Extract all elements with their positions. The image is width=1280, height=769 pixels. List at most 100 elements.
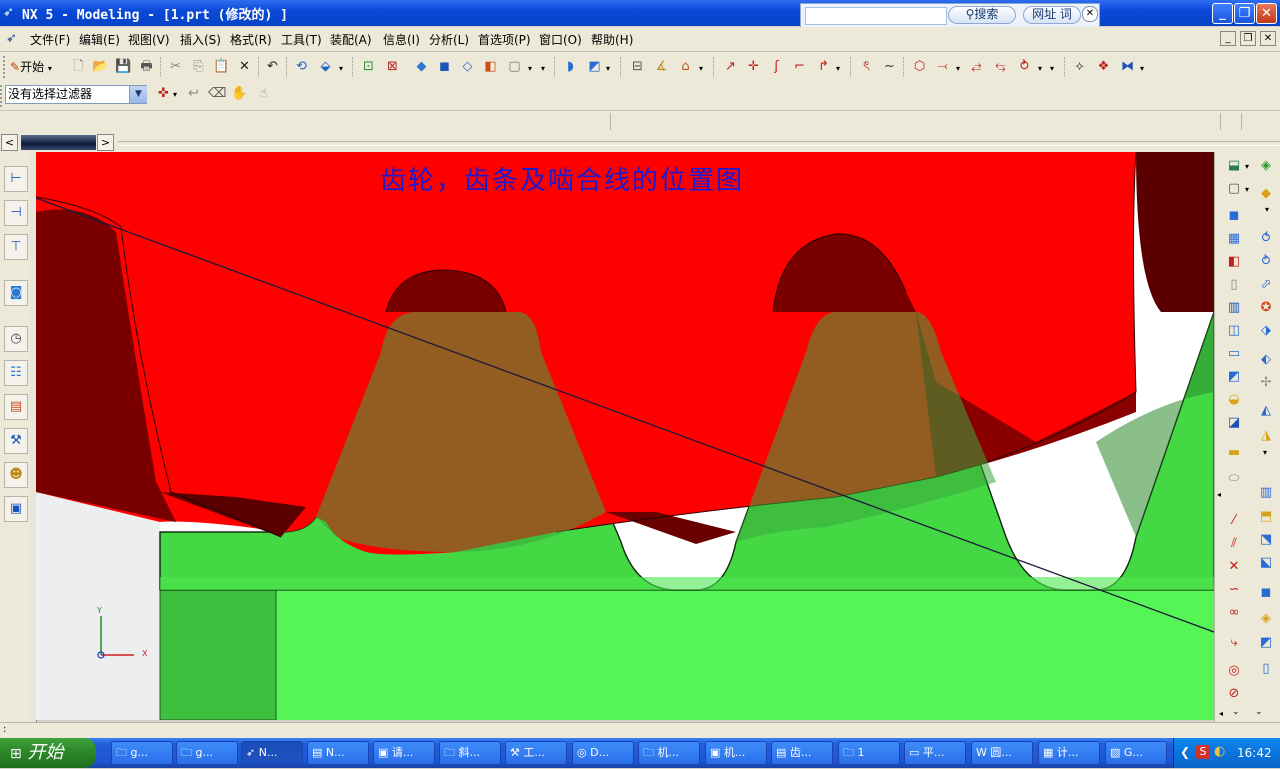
mdi-minimize-button[interactable]: _	[1220, 31, 1236, 46]
chevron-down-icon[interactable]: ▾	[1265, 205, 1269, 214]
pocket-icon[interactable]: ◫	[1225, 322, 1243, 340]
new-file-icon[interactable]: 🗋	[70, 58, 87, 75]
menu-tools[interactable]: 工具(T)	[281, 31, 322, 48]
task-button[interactable]: ▧ G...	[1105, 741, 1167, 765]
boss-icon[interactable]: ▥	[1225, 299, 1243, 317]
cone-icon[interactable]: ◧	[1225, 253, 1243, 271]
surface-icon[interactable]: ⥁	[1016, 58, 1033, 75]
minimize-button[interactable]: _	[1212, 3, 1233, 24]
trim-icon[interactable]: ↱	[815, 58, 832, 75]
paste-icon[interactable]: 📋	[213, 58, 230, 75]
task-button[interactable]: ▣ 请...	[373, 741, 435, 765]
line-icon[interactable]: ⁄	[1225, 512, 1243, 530]
toolbar-grip[interactable]	[3, 56, 8, 78]
menu-analysis[interactable]: 分析(L)	[429, 31, 469, 48]
save-icon[interactable]: 💾	[115, 58, 132, 75]
print-icon[interactable]: 🖶	[138, 58, 155, 75]
selection-icon[interactable]: ⬙	[317, 58, 334, 75]
deselect-icon[interactable]: ↩	[185, 86, 202, 103]
pattern-icon[interactable]: ❖	[1095, 58, 1112, 75]
close-button[interactable]: ✕	[1256, 3, 1277, 24]
repeat-command-icon[interactable]: ⟲	[293, 58, 310, 75]
palette-icon[interactable]: ▤	[4, 394, 28, 420]
link-icon[interactable]: ∞	[1225, 604, 1243, 622]
wave-icon[interactable]: ∼	[881, 58, 898, 75]
measure-distance-icon[interactable]: ⊟	[629, 58, 646, 75]
chevron-down-icon[interactable]: ▾	[1038, 64, 1042, 73]
wireframe-icon[interactable]: ◇	[459, 58, 476, 75]
graphics-viewport[interactable]: Y X	[36, 152, 1214, 720]
search-input[interactable]	[805, 7, 947, 25]
wrap-icon[interactable]: ◈	[1257, 610, 1275, 628]
sheet-icon[interactable]: ▢	[1225, 180, 1243, 198]
task-button[interactable]: 🗀 1	[838, 741, 900, 765]
process-studio-icon[interactable]: ⚒	[4, 428, 28, 454]
assembly-navigator-icon[interactable]: ⊢	[4, 166, 28, 192]
thread-icon[interactable]: ◪	[1225, 414, 1243, 432]
reuse-library-icon[interactable]: ◙	[4, 280, 28, 306]
trim-body-icon[interactable]: ◭	[1257, 402, 1275, 420]
start-button[interactable]: ⊞ 开始	[0, 738, 96, 768]
layer-icon[interactable]: ◗	[562, 58, 579, 75]
chevron-left-icon[interactable]: ◂	[1217, 490, 1221, 499]
network-icon[interactable]: ◐	[1214, 744, 1225, 759]
chevron-down-icon[interactable]: ▾	[836, 64, 840, 73]
menu-assembly[interactable]: 装配(A)	[330, 31, 372, 48]
url-button[interactable]: 网址 词	[1023, 6, 1081, 24]
chevron-down-icon[interactable]: ▾	[1263, 448, 1267, 457]
fit-view-icon[interactable]: ⊡	[360, 58, 377, 75]
task-button[interactable]: 🗀 斜...	[439, 741, 501, 765]
input-method-icon[interactable]: S	[1196, 745, 1210, 759]
menu-format[interactable]: 格式(R)	[230, 31, 272, 48]
task-button[interactable]: W 圆...	[971, 741, 1033, 765]
system-scenes-icon[interactable]: ▣	[4, 496, 28, 522]
snap-point-icon[interactable]: ✜	[155, 86, 172, 103]
shaded-icon[interactable]: ◆	[413, 58, 430, 75]
menu-help[interactable]: 帮助(H)	[591, 31, 633, 48]
roles-icon[interactable]: ☻	[4, 462, 28, 488]
task-button[interactable]: 🗀 g...	[176, 741, 238, 765]
hole-icon[interactable]: ▯	[1225, 276, 1243, 294]
undo-icon[interactable]: ↶	[264, 58, 281, 75]
menu-file[interactable]: 文件(F)	[30, 31, 70, 48]
edge-blend-icon[interactable]: ⥀	[1257, 230, 1275, 248]
task-button[interactable]: ▤ 齿...	[771, 741, 833, 765]
chamfer-icon[interactable]: ⥁	[1257, 253, 1275, 271]
arc-icon[interactable]: ⫽	[1225, 535, 1243, 553]
mirror-body-icon[interactable]: ⬕	[1257, 554, 1275, 572]
instance-icon[interactable]: ⬔	[1257, 531, 1275, 549]
menu-info[interactable]: 信息(I)	[383, 31, 420, 48]
chevron-down-icon[interactable]: ▾	[606, 64, 610, 73]
task-button[interactable]: ▭ 平...	[904, 741, 966, 765]
pad-icon[interactable]: ▭	[1225, 345, 1243, 363]
chevron-down-icon[interactable]: ▾	[1140, 64, 1144, 73]
model-canvas[interactable]	[36, 152, 1214, 720]
shaded-edges-icon[interactable]: ◼	[436, 58, 453, 75]
cylinder-body-icon[interactable]: ▯	[1257, 660, 1275, 678]
chevron-down-icon[interactable]: ▼	[129, 86, 147, 103]
sew-icon[interactable]: ✢	[1257, 374, 1275, 392]
search-button[interactable]: ⚲搜索	[948, 6, 1016, 24]
shell-icon[interactable]: ⬭	[1225, 470, 1243, 488]
history-icon[interactable]: ◷	[4, 326, 28, 352]
tab-next-button[interactable]: >	[97, 134, 114, 151]
surface-icon[interactable]: ◈	[1257, 157, 1275, 175]
graphics-tab[interactable]	[21, 135, 96, 150]
menu-insert[interactable]: 插入(S)	[180, 31, 221, 48]
start-menu-button[interactable]: ✎开始 ▾	[10, 57, 64, 77]
web-browser-icon[interactable]: ☷	[4, 360, 28, 386]
slot-icon[interactable]: ◩	[1225, 368, 1243, 386]
search-close-button[interactable]: ✕	[1082, 6, 1098, 22]
groove-icon[interactable]: ◒	[1225, 391, 1243, 409]
view-orient-icon[interactable]: ▢	[506, 58, 523, 75]
mdi-restore-button[interactable]: ❐	[1240, 31, 1256, 46]
blend-icon[interactable]: ⥃	[992, 58, 1009, 75]
menu-window[interactable]: 窗口(O)	[539, 31, 582, 48]
cylinder-icon[interactable]: ▦	[1225, 230, 1243, 248]
chevron-down-icon[interactable]: ▾	[173, 90, 177, 99]
curve-icon[interactable]: ৎ	[858, 58, 875, 75]
task-button[interactable]: 🗀 机...	[638, 741, 700, 765]
chevron-down-icon[interactable]: ▾	[1245, 185, 1249, 194]
zoom-icon[interactable]: ⊠	[384, 58, 401, 75]
open-folder-icon[interactable]: 📂	[92, 58, 109, 75]
